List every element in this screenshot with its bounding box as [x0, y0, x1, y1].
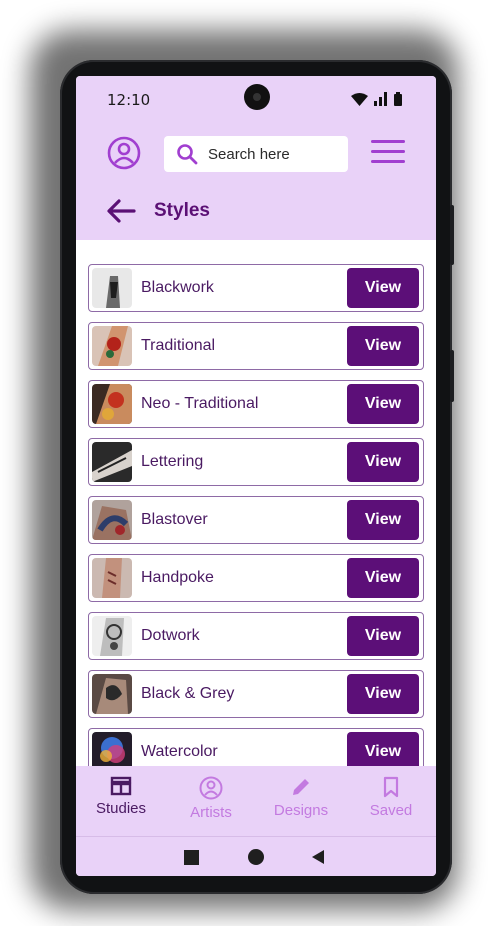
power-button — [450, 350, 454, 402]
style-name: Blastover — [141, 511, 208, 528]
style-name: Traditional — [141, 337, 216, 354]
system-navigation-bar — [76, 836, 436, 876]
app-screen: 12:10 Search here Styles Blackwork View … — [76, 76, 436, 876]
view-button[interactable]: View — [347, 442, 419, 482]
style-thumbnail — [92, 500, 132, 540]
signal-icon — [374, 92, 387, 106]
list-item: Neo - Traditional View — [88, 380, 424, 428]
person-icon — [199, 776, 223, 800]
hamburger-line — [371, 140, 405, 143]
view-button[interactable]: View — [347, 616, 419, 656]
style-thumbnail — [92, 674, 132, 714]
nav-label: Saved — [369, 802, 413, 819]
view-button[interactable]: View — [347, 326, 419, 366]
camera-cutout — [244, 84, 270, 110]
pencil-icon — [293, 779, 309, 795]
nav-item-saved[interactable]: Saved — [346, 766, 436, 836]
arrow-back-icon — [107, 199, 136, 223]
volume-button — [450, 205, 454, 265]
bookmark-icon — [383, 776, 399, 798]
list-item: Blastover View — [88, 496, 424, 544]
style-thumbnail — [92, 268, 132, 308]
recents-button[interactable] — [184, 850, 199, 865]
wifi-icon — [351, 93, 368, 106]
account-circle-icon — [107, 136, 141, 170]
style-name: Blackwork — [141, 279, 214, 296]
home-button[interactable] — [248, 849, 264, 865]
status-time: 12:10 — [107, 91, 151, 109]
view-button[interactable]: View — [347, 500, 419, 540]
search-input[interactable]: Search here — [164, 136, 348, 172]
list-item: Handpoke View — [88, 554, 424, 602]
nav-item-artists[interactable]: Artists — [166, 766, 256, 836]
style-name: Neo - Traditional — [141, 395, 259, 412]
nav-label: Artists — [190, 804, 232, 821]
nav-item-designs[interactable]: Designs — [256, 766, 346, 836]
bottom-navigation: Studies Artists Designs Saved — [76, 766, 436, 836]
menu-button[interactable] — [371, 140, 405, 168]
style-name: Lettering — [141, 453, 204, 470]
view-button[interactable]: View — [347, 384, 419, 424]
system-back-button[interactable] — [312, 850, 324, 864]
list-item: Traditional View — [88, 322, 424, 370]
page-title: Styles — [154, 200, 210, 221]
view-button[interactable]: View — [347, 268, 419, 308]
search-placeholder: Search here — [208, 145, 290, 163]
style-name: Dotwork — [141, 627, 200, 644]
search-icon — [177, 144, 198, 165]
hamburger-line — [371, 150, 405, 153]
style-name: Watercolor — [141, 743, 218, 760]
style-name: Handpoke — [141, 569, 214, 586]
list-item: Blackwork View — [88, 264, 424, 312]
list-item: Lettering View — [88, 438, 424, 486]
store-icon — [110, 776, 132, 796]
list-item: Dotwork View — [88, 612, 424, 660]
nav-label: Studies — [95, 800, 147, 817]
style-thumbnail — [92, 442, 132, 482]
back-button[interactable] — [106, 198, 136, 224]
status-icons — [351, 92, 402, 106]
style-thumbnail — [92, 326, 132, 366]
style-thumbnail — [92, 558, 132, 598]
nav-item-studies[interactable]: Studies — [76, 766, 166, 836]
nav-label: Designs — [273, 802, 329, 819]
app-header: 12:10 Search here Styles — [76, 76, 436, 240]
battery-icon — [394, 92, 402, 106]
view-button[interactable]: View — [347, 674, 419, 714]
view-button[interactable]: View — [347, 558, 419, 598]
profile-button[interactable] — [107, 136, 141, 170]
list-item: Black & Grey View — [88, 670, 424, 718]
style-thumbnail — [92, 384, 132, 424]
styles-list: Blackwork View Traditional View Neo - Tr… — [88, 264, 424, 786]
style-name: Black & Grey — [141, 685, 235, 702]
style-thumbnail — [92, 616, 132, 656]
hamburger-line — [371, 160, 405, 163]
